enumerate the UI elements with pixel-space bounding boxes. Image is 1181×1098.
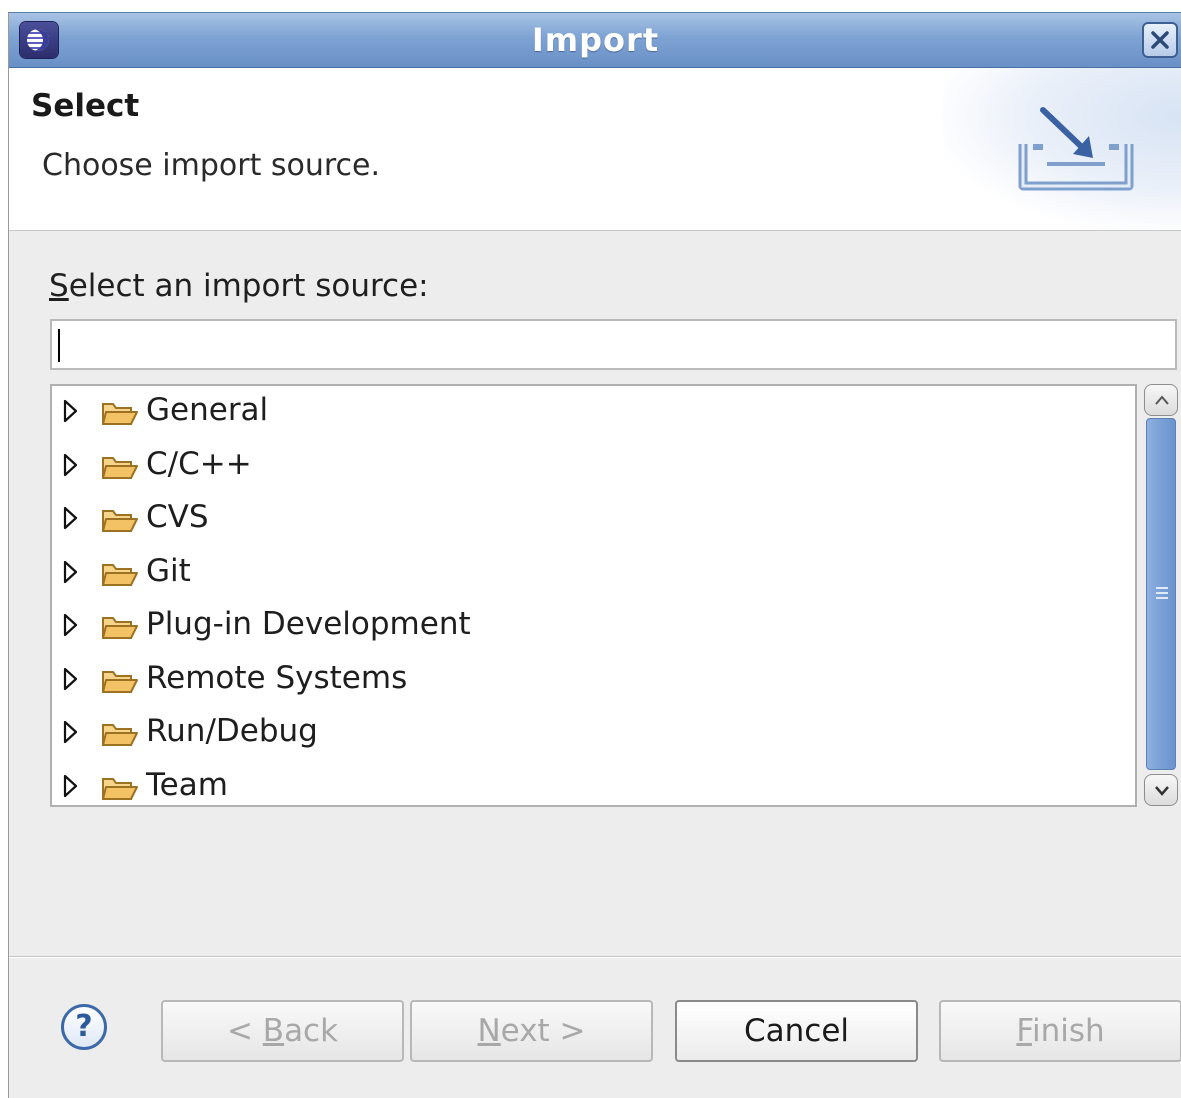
expand-triangle-icon[interactable] [62, 398, 80, 424]
tree-item[interactable]: General [52, 386, 1135, 439]
expand-triangle-icon[interactable] [62, 666, 80, 692]
tree-item[interactable]: Plug-in Development [52, 600, 1135, 653]
title-bar[interactable]: Import [9, 13, 1181, 68]
text-caret [58, 329, 60, 362]
expand-triangle-icon[interactable] [62, 719, 80, 745]
chevron-up-icon [1155, 395, 1169, 405]
folder-icon [102, 563, 138, 586]
import-wizard-icon [1018, 107, 1134, 191]
expand-triangle-icon[interactable] [62, 773, 80, 799]
tree-item[interactable]: Run/Debug [52, 707, 1135, 760]
tree-item-label: Git [146, 552, 191, 589]
tree-item-label: Remote Systems [146, 659, 408, 696]
expand-triangle-icon[interactable] [62, 612, 80, 638]
help-icon: ? [75, 1009, 93, 1044]
tree-item[interactable]: Git [52, 547, 1135, 600]
vertical-scrollbar[interactable] [1144, 384, 1178, 807]
folder-icon [102, 617, 138, 639]
folder-icon [102, 456, 138, 479]
finish-button[interactable]: Finish [939, 1000, 1181, 1062]
tree-item-label: CVS [146, 499, 209, 535]
tree-item-label: C/C++ [146, 445, 252, 482]
page-title: Select [31, 88, 140, 124]
scroll-down-button[interactable] [1144, 774, 1178, 806]
folder-icon [102, 777, 138, 800]
filter-input[interactable] [50, 319, 1177, 370]
cancel-button[interactable]: Cancel [675, 1000, 918, 1062]
close-icon [1151, 31, 1169, 49]
folder-icon [102, 510, 138, 532]
expand-triangle-icon[interactable] [62, 452, 80, 478]
import-source-tree[interactable]: General C/C++ CVS Git Plug-in Development Rem… [50, 384, 1137, 807]
expand-triangle-icon[interactable] [62, 559, 80, 585]
tree-item[interactable]: C/C++ [52, 440, 1135, 493]
back-button[interactable]: < Back [161, 1000, 404, 1062]
folder-icon [102, 724, 138, 746]
button-bar-separator [9, 956, 1181, 958]
chevron-down-icon [1155, 786, 1169, 796]
folder-icon [102, 403, 138, 425]
page-description: Choose import source. [42, 148, 381, 183]
tree-item[interactable]: Remote Systems [52, 654, 1135, 707]
tree-item-label: Run/Debug [146, 713, 318, 749]
tree-item-label: Plug-in Development [146, 606, 471, 642]
tree-item-label: Team [146, 766, 228, 803]
scroll-up-button[interactable] [1144, 384, 1178, 416]
tree-item[interactable]: CVS [52, 493, 1135, 546]
wizard-banner: Select Choose import source. [9, 68, 1181, 231]
import-source-label: Select an import source: [49, 268, 429, 304]
tree-item-label: General [146, 392, 269, 428]
scroll-thumb[interactable] [1146, 418, 1176, 770]
help-button[interactable]: ? [61, 1004, 107, 1050]
import-dialog: Import Select Choose import source. Sele… [8, 12, 1181, 1098]
window-title: Import [531, 21, 660, 59]
next-button[interactable]: Next > [410, 1000, 653, 1062]
folder-icon [102, 670, 138, 693]
close-button[interactable] [1142, 22, 1178, 58]
grip-icon [1156, 587, 1168, 602]
expand-triangle-icon[interactable] [62, 505, 80, 531]
tree-item[interactable]: Team [52, 761, 1135, 806]
